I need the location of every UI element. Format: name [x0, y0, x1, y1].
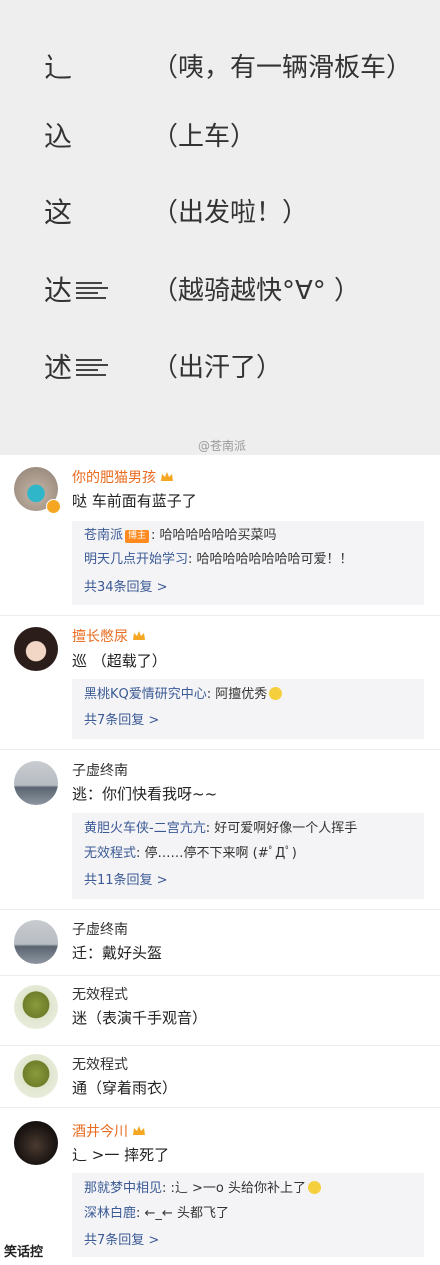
reply-line: 明天几点开始学习: 哈哈哈哈哈哈哈哈可爱！！: [84, 551, 353, 569]
char-row: 这 （出发啦！）: [0, 188, 440, 238]
comment-item: 无效程式 迷（表演千手观音）: [0, 975, 440, 1046]
vip-crown-icon: [133, 631, 145, 640]
char: 辶: [44, 51, 73, 84]
comment-text: 哒 车前面有蓝子了: [72, 492, 197, 510]
reply-text: : 阿擅优秀: [206, 687, 268, 702]
comment-item: 子虚终南 迁：戴好头盔: [0, 909, 440, 976]
comment-item: 子虚终南 逃：你们快看我呀~~ 黄胆火车侠-二宫亢亢: 好可爱啊好像一个人挥手 …: [0, 749, 440, 910]
avatar[interactable]: [14, 761, 58, 805]
comment-username[interactable]: 子虚终南: [72, 921, 128, 939]
char: 这: [44, 196, 73, 229]
char-row: 述 （出汗了）: [0, 343, 440, 393]
char-desc: （出汗了）: [152, 353, 283, 383]
speed-lines-icon: [76, 282, 108, 302]
comment-username[interactable]: 无效程式: [72, 1056, 128, 1074]
avatar[interactable]: [14, 1054, 58, 1098]
comment-text: 逃：你们快看我呀~~: [72, 785, 218, 803]
reply-text: : 停……停不下来啊 (#ﾟДﾟ): [136, 846, 297, 861]
comment-text: 辶 >一 摔死了: [72, 1146, 170, 1164]
comment-item: 你的肥猫男孩 哒 车前面有蓝子了 苍南派 博主: 哈哈哈哈哈哈买菜吗 明天几点开始…: [0, 455, 440, 616]
avatar[interactable]: [14, 627, 58, 671]
comment-item: 擅长憋尿 巡 （超载了） 黑桃KQ爱情研究中心: 阿擅优秀 共7条回复 >: [0, 615, 440, 750]
char-desc: （出发啦！）: [152, 198, 309, 228]
reply-username[interactable]: 黄胆火车侠-二宫亢亢: [84, 821, 206, 836]
comment-item: 酒井今川 辶 >一 摔死了 那就梦中相见: :辶 >一o 头给你补上了 深林白鹿…: [0, 1107, 440, 1265]
reply-text: : 哈哈哈哈哈哈买菜吗: [151, 528, 277, 543]
reply-line: 苍南派 博主: 哈哈哈哈哈哈买菜吗: [84, 527, 277, 545]
reply-line: 黑桃KQ爱情研究中心: 阿擅优秀: [84, 686, 283, 704]
laugh-emoji-icon: [269, 687, 283, 700]
reply-text: : 哈哈哈哈哈哈哈哈可爱！！: [188, 552, 353, 567]
more-replies-link[interactable]: 共34条回复 >: [84, 579, 168, 597]
more-replies-link[interactable]: 共11条回复 >: [84, 872, 168, 890]
reply-box: 苍南派 博主: 哈哈哈哈哈哈买菜吗 明天几点开始学习: 哈哈哈哈哈哈哈哈可爱！！ …: [72, 521, 424, 605]
speed-lines-icon: [76, 359, 108, 379]
author-badge: 博主: [125, 530, 150, 543]
char: 达: [44, 274, 73, 307]
comment-text: 通（穿着雨衣）: [72, 1079, 178, 1097]
reply-username[interactable]: 那就梦中相见: [84, 1181, 162, 1196]
footer-watermark: 笑话控: [4, 1245, 44, 1260]
illustration-panel: 辶 （咦，有一辆滑板车） 込 （上车） 这 （出发啦！） 达 （越骑越快°∀° …: [0, 0, 440, 455]
reply-username[interactable]: 黑桃KQ爱情研究中心: [84, 687, 207, 702]
comment-text: 迷（表演千手观音）: [72, 1009, 208, 1027]
comment-text: 巡 （超载了）: [72, 652, 167, 670]
comment-username[interactable]: 你的肥猫男孩: [72, 469, 174, 487]
smile-emoji-icon: [308, 1181, 322, 1194]
char-row: 达 （越骑越快°∀° ）: [0, 266, 440, 316]
avatar[interactable]: [14, 985, 58, 1029]
char: 込: [44, 120, 73, 153]
vip-crown-icon: [133, 1126, 145, 1135]
reply-username[interactable]: 无效程式: [84, 846, 136, 861]
reply-line: 黄胆火车侠-二宫亢亢: 好可爱啊好像一个人挥手: [84, 820, 357, 838]
avatar[interactable]: [14, 920, 58, 964]
watermark: @苍南派: [198, 439, 247, 453]
reply-text: : 好可爱啊好像一个人挥手: [205, 821, 358, 836]
reply-box: 那就梦中相见: :辶 >一o 头给你补上了 深林白鹿: ←_← 头都飞了 共7条…: [72, 1173, 424, 1257]
reply-text: : :辶 >一o 头给你补上了: [162, 1181, 307, 1196]
char-row: 辶 （咦，有一辆滑板车）: [0, 43, 440, 93]
reply-line: 无效程式: 停……停不下来啊 (#ﾟДﾟ): [84, 845, 297, 863]
comment-username[interactable]: 擅长憋尿: [72, 628, 146, 646]
verified-icon: [46, 499, 61, 514]
reply-username[interactable]: 深林白鹿: [84, 1206, 136, 1221]
char-desc: （咦，有一辆滑板车）: [152, 53, 413, 83]
char: 述: [44, 351, 73, 384]
char-row: 込 （上车）: [0, 112, 440, 162]
reply-line: 那就梦中相见: :辶 >一o 头给你补上了: [84, 1180, 322, 1198]
comment-username[interactable]: 酒井今川: [72, 1123, 146, 1141]
reply-line: 深林白鹿: ←_← 头都飞了: [84, 1205, 229, 1223]
vip-crown-icon: [161, 472, 173, 481]
comment-item: 无效程式 通（穿着雨衣）: [0, 1045, 440, 1108]
char-desc: （越骑越快°∀° ）: [152, 276, 361, 306]
comment-username[interactable]: 无效程式: [72, 986, 128, 1004]
reply-box: 黄胆火车侠-二宫亢亢: 好可爱啊好像一个人挥手 无效程式: 停……停不下来啊 (…: [72, 813, 424, 899]
more-replies-link[interactable]: 共7条回复 >: [84, 712, 159, 730]
reply-box: 黑桃KQ爱情研究中心: 阿擅优秀 共7条回复 >: [72, 679, 424, 739]
reply-username[interactable]: 苍南派: [84, 528, 123, 543]
char-desc: （上车）: [152, 122, 257, 152]
reply-text: : ←_← 头都飞了: [136, 1206, 229, 1221]
more-replies-link[interactable]: 共7条回复 >: [84, 1232, 159, 1250]
avatar[interactable]: [14, 1121, 58, 1165]
comment-username[interactable]: 子虚终南: [72, 762, 128, 780]
comment-text: 迁：戴好头盔: [72, 944, 163, 962]
reply-username[interactable]: 明天几点开始学习: [84, 552, 188, 567]
